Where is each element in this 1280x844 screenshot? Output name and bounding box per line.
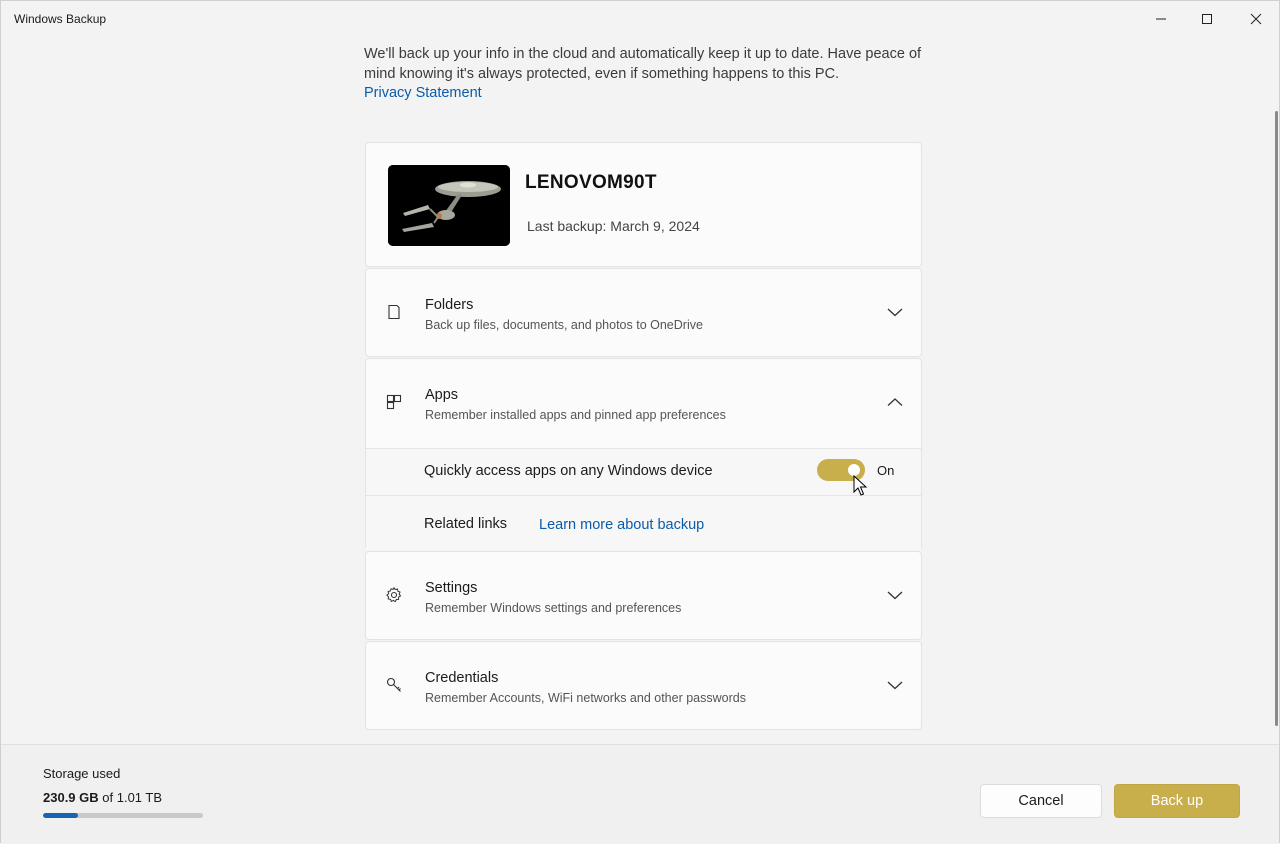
chevron-down-icon[interactable] [887,680,903,690]
apps-title: Apps [425,387,459,403]
device-image [388,165,510,246]
settings-section[interactable]: Settings Remember Windows settings and p… [365,551,922,640]
cancel-button[interactable]: Cancel [980,784,1102,818]
windows-backup-window: Windows Backup We'll back up your info i… [0,0,1280,844]
storage-used-text: 230.9 GB of 1.01 TB [43,790,162,805]
related-links-label: Related links [424,516,508,532]
folder-icon [388,304,400,320]
toggle-state-label: On [877,463,895,478]
device-name: LENOVOM90T [525,172,657,193]
credentials-subtitle: Remember Accounts, WiFi networks and oth… [425,691,746,705]
apps-subtitle: Remember installed apps and pinned app p… [425,408,726,422]
gear-icon [386,586,402,603]
credentials-section[interactable]: Credentials Remember Accounts, WiFi netw… [365,641,922,730]
folders-subtitle: Back up files, documents, and photos to … [425,318,703,332]
quick-access-label: Quickly access apps on any Windows devic… [424,463,713,479]
intro-text: We'll back up your info in the cloud and… [364,46,922,82]
learn-more-link[interactable]: Learn more about backup [539,517,704,533]
minimize-button[interactable] [1138,1,1184,37]
apps-section[interactable]: Apps Remember installed apps and pinned … [365,358,922,550]
close-button[interactable] [1233,1,1279,37]
storage-total: of 1.01 TB [102,790,163,805]
device-card: LENOVOM90T Last backup: March 9, 2024 [365,142,922,267]
storage-label: Storage used [43,766,121,781]
chevron-up-icon[interactable] [887,397,903,407]
settings-subtitle: Remember Windows settings and preference… [425,601,682,615]
minimize-icon [1156,18,1166,20]
folders-title: Folders [425,297,474,313]
maximize-icon [1202,14,1212,24]
credentials-title: Credentials [425,670,499,686]
chevron-down-icon[interactable] [887,590,903,600]
chevron-down-icon[interactable] [887,307,903,317]
storage-progress-fill [43,813,79,818]
maximize-button[interactable] [1184,1,1230,37]
storage-used-value: 230.9 GB [43,790,99,805]
folders-section[interactable]: Folders Back up files, documents, and ph… [365,268,922,357]
storage-progress-bar [43,813,203,818]
privacy-statement-link[interactable]: Privacy Statement [364,85,482,101]
last-backup-text: Last backup: March 9, 2024 [527,218,700,234]
toggle-knob [848,464,860,476]
footer: Storage used 230.9 GB of 1.01 TB Cancel … [1,744,1279,844]
window-title: Windows Backup [14,12,107,26]
back-up-button[interactable]: Back up [1114,784,1240,818]
quick-access-toggle[interactable] [817,459,865,481]
apps-icon [386,394,402,410]
key-icon [386,677,401,692]
scrollbar[interactable] [1275,111,1278,726]
settings-title: Settings [425,580,478,596]
title-bar: Windows Backup [1,1,1279,37]
close-icon [1250,13,1262,25]
starship-image [388,165,510,246]
